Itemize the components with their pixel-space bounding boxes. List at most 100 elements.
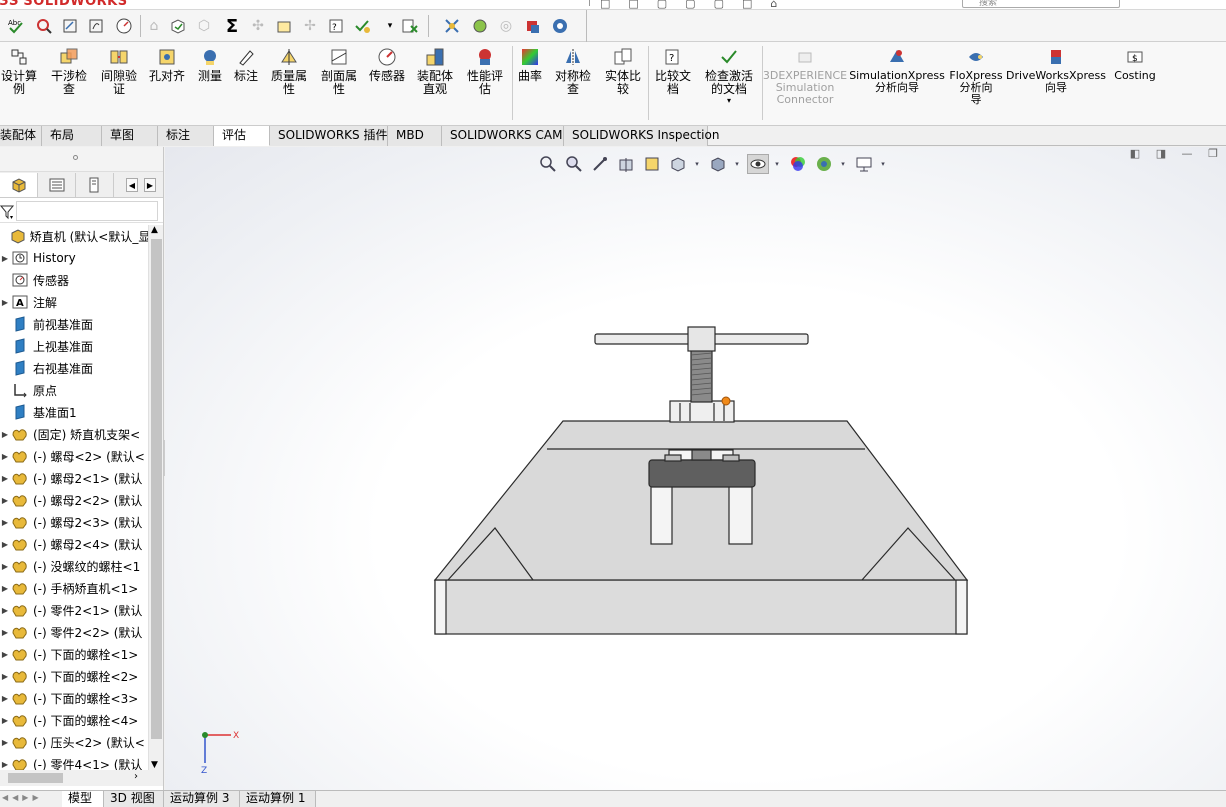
tree-vertical-scrollbar[interactable]: ▲ ▼: [148, 225, 163, 770]
cmd-interference-check[interactable]: 干涉检 查: [46, 46, 92, 96]
expand-arrow-icon[interactable]: ▶: [0, 584, 10, 593]
expand-arrow-icon[interactable]: ▶: [0, 760, 10, 769]
expand-arrow-icon[interactable]: ▶: [0, 650, 10, 659]
search-input[interactable]: 搜索: [962, 0, 1120, 8]
rebuild-icon[interactable]: [168, 16, 188, 36]
tree-item[interactable]: ▶ History: [0, 247, 148, 269]
tab-solidworks-cam[interactable]: SOLIDWORKS CAM: [442, 126, 564, 146]
menu-bar[interactable]: [170, 0, 590, 6]
cmd-markup[interactable]: 标注: [230, 46, 262, 83]
expand-arrow-icon[interactable]: ▶: [0, 606, 10, 615]
sketch-icon[interactable]: [86, 16, 106, 36]
tab-nav-arrows-icon[interactable]: ◀◀▶▶: [2, 793, 43, 802]
tree-item[interactable]: ▶ (-) 螺母2<4> (默认: [0, 533, 148, 555]
selection-point[interactable]: [721, 396, 731, 406]
tab-sketch[interactable]: 草图: [102, 126, 158, 146]
configurationmanager-tab[interactable]: [76, 173, 114, 197]
tree-item[interactable]: ▶ A 注解: [0, 291, 148, 313]
cmd-compare-documents[interactable]: ? 比较文 档: [650, 46, 696, 96]
check-dropdown-icon[interactable]: ▾: [727, 96, 731, 106]
tree-item[interactable]: ▶ (-) 下面的螺栓<3>: [0, 687, 148, 709]
panel-scroll-left-icon[interactable]: ◀: [126, 178, 138, 192]
evaluate-icon[interactable]: ?: [326, 16, 346, 36]
expand-arrow-icon[interactable]: ▶: [0, 562, 10, 571]
filter-icon[interactable]: ▾: [0, 203, 16, 225]
tree-item[interactable]: ▶ (固定) 矫直机支架<: [0, 423, 148, 445]
tree-item[interactable]: 矫直机 (默认<默认_显示: [0, 225, 148, 247]
expand-arrow-icon[interactable]: ▶: [0, 628, 10, 637]
scroll-down-icon[interactable]: ▼: [151, 760, 158, 770]
cmd-symmetry-check[interactable]: 对称检 查: [550, 46, 596, 96]
expand-arrow-icon[interactable]: ▶: [0, 430, 10, 439]
tree-item[interactable]: ▶ (-) 螺母2<1> (默认: [0, 467, 148, 489]
bounding-box-icon[interactable]: [274, 16, 294, 36]
simulation-icon[interactable]: [470, 16, 490, 36]
tab-3d-view[interactable]: 3D 视图: [104, 791, 164, 807]
frame-body[interactable]: [433, 420, 969, 581]
tree-item[interactable]: ▶ (-) 零件2<2> (默认: [0, 621, 148, 643]
cmd-mass-properties[interactable]: 质量属 性: [266, 46, 312, 96]
find-replace-icon[interactable]: [34, 16, 54, 36]
dropdown-arrow-icon[interactable]: ▾: [380, 16, 400, 36]
spell-check-icon[interactable]: Abc: [6, 16, 26, 36]
filter-input[interactable]: [16, 201, 158, 221]
cmd-performance-evaluation[interactable]: 性能评 估: [462, 46, 508, 96]
options-icon[interactable]: [550, 16, 570, 36]
performance-icon[interactable]: [114, 16, 134, 36]
cmd-section-properties[interactable]: 剖面属 性: [316, 46, 362, 96]
base-plate[interactable]: [434, 579, 968, 635]
tree-item[interactable]: ▶ (-) 螺母2<3> (默认: [0, 511, 148, 533]
cmd-compare-geometry[interactable]: 实体比 较: [600, 46, 646, 96]
expand-arrow-icon[interactable]: ▶: [0, 716, 10, 725]
tree-item[interactable]: ▶ (-) 零件4<1> (默认: [0, 753, 148, 770]
expand-arrow-icon[interactable]: ▶: [0, 474, 10, 483]
tree-item[interactable]: 基准面1: [0, 401, 148, 423]
cmd-measure[interactable]: 测量: [194, 46, 226, 83]
tab-assembly[interactable]: 装配体: [0, 126, 42, 146]
scroll-up-icon[interactable]: ▲: [151, 225, 158, 235]
delete-icon[interactable]: [400, 16, 420, 36]
tree-item[interactable]: ▶ (-) 螺母<2> (默认<: [0, 445, 148, 467]
cmd-simulationxpress[interactable]: SimulationXpress 分析向导: [849, 46, 945, 94]
tab-solidworks-addins[interactable]: SOLIDWORKS 插件: [270, 126, 388, 146]
tree-item[interactable]: ▶ (-) 螺母2<2> (默认: [0, 489, 148, 511]
check-icon[interactable]: [352, 16, 372, 36]
expand-arrow-icon[interactable]: ▶: [0, 672, 10, 681]
expand-arrow-icon[interactable]: ▶: [0, 694, 10, 703]
expand-arrow-icon[interactable]: ▶: [0, 540, 10, 549]
panel-grip[interactable]: [0, 147, 163, 172]
tree-horizontal-scrollbar[interactable]: ›: [0, 770, 163, 786]
tab-model[interactable]: 模型: [62, 791, 104, 807]
tree-item[interactable]: 传感器: [0, 269, 148, 291]
tab-motion-study-1[interactable]: 运动算例 1: [240, 791, 316, 807]
tab-motion-study-3[interactable]: 运动算例 3: [164, 791, 240, 807]
expand-arrow-icon[interactable]: ▶: [0, 254, 10, 263]
tree-item[interactable]: ▶ (-) 手柄矫直机<1>: [0, 577, 148, 599]
tree-item[interactable]: ▶ (-) 没螺纹的螺柱<1: [0, 555, 148, 577]
tree-item[interactable]: 原点: [0, 379, 148, 401]
motion-icon[interactable]: [442, 16, 462, 36]
scroll-right-icon[interactable]: ›: [134, 771, 138, 782]
tree-item[interactable]: ▶ (-) 压头<2> (默认<: [0, 731, 148, 753]
tab-markup[interactable]: 标注: [158, 126, 214, 146]
cmd-hole-alignment[interactable]: 孔对齐: [146, 46, 188, 83]
tab-layout[interactable]: 布局: [42, 126, 102, 146]
graphics-area[interactable]: ▾ ▾ ▾ ▾ ▾ ◧ ◨ — ❐ X Z: [165, 147, 1226, 790]
cmd-assembly-visualization[interactable]: 装配体 直观: [412, 46, 458, 96]
cmd-check-active-document[interactable]: 检查激活 的文档 ▾: [700, 46, 758, 106]
expand-arrow-icon[interactable]: ▶: [0, 518, 10, 527]
tree-item[interactable]: ▶ (-) 下面的螺栓<2>: [0, 665, 148, 687]
handle-hub[interactable]: [687, 326, 716, 352]
tree-item[interactable]: ▶ (-) 下面的螺栓<1>: [0, 643, 148, 665]
tree-item[interactable]: 上视基准面: [0, 335, 148, 357]
propertymanager-tab[interactable]: [38, 173, 76, 197]
tree-item[interactable]: ▶ (-) 下面的螺栓<4>: [0, 709, 148, 731]
sum-icon[interactable]: Σ: [222, 16, 242, 37]
pressing-head[interactable]: [648, 459, 756, 488]
cmd-costing[interactable]: $ Costing: [1110, 46, 1160, 82]
tab-evaluate[interactable]: 评估: [214, 126, 270, 146]
assembly-model[interactable]: [165, 147, 1226, 790]
cmd-design-study[interactable]: 设计算 例: [0, 46, 38, 96]
cmd-driveworksxpress[interactable]: DriveWorksXpress 向导: [1006, 46, 1106, 94]
expand-arrow-icon[interactable]: ▶: [0, 298, 10, 307]
